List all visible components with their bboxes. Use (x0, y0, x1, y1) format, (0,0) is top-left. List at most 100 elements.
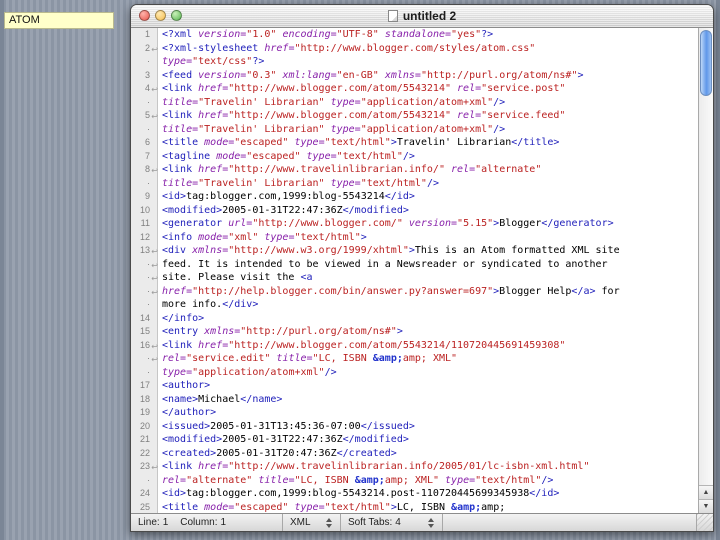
code-line[interactable]: 14 </info> (131, 312, 698, 326)
code-line[interactable]: 25 <title mode="escaped" type="text/html"… (131, 501, 698, 514)
line-number: · (147, 177, 150, 188)
code-line[interactable]: 17 <author> (131, 379, 698, 393)
column-label: Column: (180, 517, 218, 528)
line-number: 21 (139, 434, 150, 444)
code-line[interactable]: · title="Travelin' Librarian" type="appli… (131, 96, 698, 110)
language-mode-popup[interactable]: XML (283, 514, 341, 531)
code-text: title="Travelin' Librarian" type="text/h… (162, 177, 439, 189)
mode-value: XML (290, 517, 311, 528)
code-text: <title mode="escaped" type="text/html">L… (162, 501, 506, 513)
code-line[interactable]: 13 ↩ <div xmlns="http://www.w3.org/1999/xh… (131, 244, 698, 258)
code-line[interactable]: 16 ↩ <link href="http://www.blogger.com/at… (131, 339, 698, 353)
code-line[interactable]: · type="application/atom+xml"/> (131, 366, 698, 380)
code-text: rel="alternate" title="LC, ISBN &amp;amp… (162, 474, 554, 486)
line-number: 11 (140, 218, 150, 228)
code-text: type="application/atom+xml"/> (162, 366, 337, 378)
code-text: <div xmlns="http://www.w3.org/1999/xhtml… (162, 245, 620, 256)
code-line[interactable]: · ↩ rel="service.edit" title="LC, ISBN &am… (131, 352, 698, 366)
line-number: 5 ↩ (131, 109, 158, 123)
wrap-indicator-icon: ↩ (151, 85, 158, 94)
code-text: <author> (162, 380, 211, 391)
code-line[interactable]: 9 <id>tag:blogger.com,1999:blog-5543214</… (131, 190, 698, 204)
code-line[interactable]: 8 ↩ <link href="http://www.travelinlibrari… (131, 163, 698, 177)
close-button[interactable] (139, 10, 150, 21)
code-text: <entry xmlns="http://purl.org/atom/ns#"> (162, 326, 403, 337)
code-line[interactable]: 15 <entry xmlns="http://purl.org/atom/ns#… (131, 325, 698, 339)
line-number: 17 (139, 380, 150, 390)
document-proxy-icon[interactable] (387, 10, 398, 22)
code-line[interactable]: 1 <?xml version="1.0" encoding="UTF-8" st… (131, 28, 698, 42)
scrollbar-thumb[interactable] (700, 30, 712, 96)
resize-grip[interactable] (696, 514, 713, 531)
wrap-indicator-icon: ↩ (151, 355, 158, 364)
line-number: 15 (139, 326, 150, 336)
code-line[interactable]: 20 <issued>2005-01-31T13:45:36-07:00</iss… (131, 420, 698, 434)
scroll-down-button[interactable]: ▼ (699, 499, 713, 513)
line-number: · (147, 366, 150, 377)
window-title-group: untitled 2 (387, 9, 456, 23)
tabs-value: 4 (395, 517, 401, 528)
code-line[interactable]: 19 </author> (131, 406, 698, 420)
code-text: <info mode="xml" type="text/html"> (162, 231, 367, 243)
wrap-indicator-icon: ↩ (151, 341, 158, 351)
line-value: 1 (162, 517, 169, 528)
wrap-indicator-icon: ↩ (151, 166, 158, 175)
zoom-button[interactable] (171, 10, 182, 21)
code-text: <name>Michael</name> (162, 393, 283, 405)
code-line[interactable]: 6 <title mode="escaped" type="text/html">… (131, 136, 698, 150)
line-number: 10 (139, 204, 150, 215)
line-number: 14 (139, 312, 150, 323)
code-line[interactable]: 5 ↩ <link href="http://www.blogger.com/ato… (131, 109, 698, 123)
code-text: feed. It is intended to be viewed in a N… (162, 258, 608, 270)
status-bar: Line: 1 Column: 1 XML Soft Tabs: 4 (131, 513, 713, 531)
code-text: <id>tag:blogger.com,1999:blog-5543214.po… (162, 488, 560, 499)
vertical-scrollbar[interactable]: ▲ ▼ (698, 28, 713, 513)
code-text: <link href="http://www.blogger.com/atom/… (162, 110, 566, 121)
code-line[interactable]: 12 <info mode="xml" type="text/html"> (131, 231, 698, 245)
minimize-button[interactable] (155, 10, 166, 21)
scroll-up-button[interactable]: ▲ (699, 485, 713, 499)
tab-settings-popup[interactable]: Soft Tabs: 4 (341, 514, 443, 531)
code-text: <modified>2005-01-31T22:47:36Z</modified… (162, 204, 409, 216)
code-line[interactable]: 23 ↩ <link href="http://www.travelinlibrar… (131, 460, 698, 474)
code-text: href="http://help.blogger.com/bin/answer… (162, 285, 620, 297)
scrollbar-buttons: ▲ ▼ (699, 485, 713, 513)
code-line[interactable]: 11 <generator url="http://www.blogger.com… (131, 217, 698, 231)
code-line[interactable]: · ↩ feed. It is intended to be viewed in a… (131, 258, 698, 272)
code-line[interactable]: 24 <id>tag:blogger.com,1999:blog-5543214.… (131, 487, 698, 501)
line-number: · ↩ (131, 258, 158, 272)
code-editor[interactable]: 1 <?xml version="1.0" encoding="UTF-8" st… (131, 28, 698, 513)
code-text: rel="service.edit" title="LC, ISBN &amp;… (162, 353, 458, 364)
code-line[interactable]: 7 <tagline mode="escaped" type="text/html… (131, 150, 698, 164)
scroll-up-icon: ▲ (702, 489, 710, 496)
code-line[interactable]: · ↩ site. Please visit the <a (131, 271, 698, 285)
scroll-down-icon: ▼ (702, 503, 710, 510)
code-line[interactable]: 21 <modified>2005-01-31T22:47:36Z</modifi… (131, 433, 698, 447)
code-line[interactable]: 4 ↩ <link href="http://www.blogger.com/ato… (131, 82, 698, 96)
slide-label: ATOM (4, 12, 114, 29)
code-line[interactable]: 2 ↩ <?xml-stylesheet href="http://www.blog… (131, 42, 698, 56)
code-line[interactable]: 22 <created>2005-01-31T20:47:36Z</created… (131, 447, 698, 461)
line-number: · ↩ (131, 285, 158, 299)
code-line[interactable]: · type="text/css"?> (131, 55, 698, 69)
code-text: type="text/css"?> (162, 56, 265, 67)
line-number: 3 (144, 69, 150, 80)
code-line[interactable]: · ↩ href="http://help.blogger.com/bin/answ… (131, 285, 698, 299)
code-text: <?xml version="1.0" encoding="UTF-8" sta… (162, 29, 494, 40)
code-text: title="Travelin' Librarian" type="applic… (162, 96, 506, 108)
code-line[interactable]: · title="Travelin' Librarian" type="text/… (131, 177, 698, 191)
code-line[interactable]: 18 <name>Michael</name> (131, 393, 698, 407)
line-number: 2 ↩ (131, 42, 158, 56)
popup-arrows-icon (428, 517, 435, 528)
code-line[interactable]: 3 <feed version="0.3" xml:lang="en-GB" xm… (131, 69, 698, 83)
code-text: <tagline mode="escaped" type="text/html"… (162, 150, 415, 162)
popup-arrows-icon (326, 517, 333, 528)
code-line[interactable]: · title="Travelin' Librarian" type="appli… (131, 123, 698, 137)
code-line[interactable]: 10 <modified>2005-01-31T22:47:36Z</modifi… (131, 204, 698, 218)
code-line[interactable]: · more info.</div> (131, 298, 698, 312)
code-line[interactable]: · rel="alternate" title="LC, ISBN &amp;am… (131, 474, 698, 488)
tabs-label: Soft Tabs: (348, 517, 393, 528)
line-number: · (147, 96, 150, 107)
line-number: 12 (139, 231, 150, 242)
window-titlebar[interactable]: untitled 2 (131, 5, 713, 28)
